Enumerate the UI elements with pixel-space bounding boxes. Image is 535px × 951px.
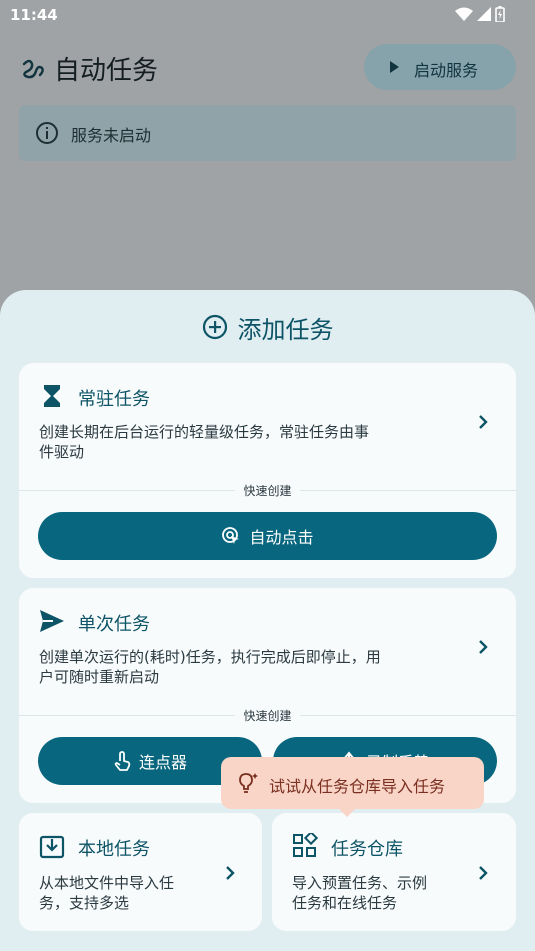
sheet-header: 添加任务 xyxy=(0,310,535,344)
tooltip-arrow xyxy=(339,809,355,817)
download-box-icon xyxy=(39,835,65,859)
status-time: 11:44 xyxy=(10,6,58,24)
battery-icon xyxy=(495,6,505,22)
service-status-text: 服务未启动 xyxy=(71,126,152,145)
signal-icon xyxy=(477,7,491,21)
local-task-desc-2: 务，支持多选 xyxy=(39,894,130,912)
task-repo-desc-2: 任务和在线任务 xyxy=(292,894,398,912)
touch-icon xyxy=(114,751,131,771)
auto-click-button[interactable]: 自动点击 xyxy=(38,512,497,560)
repo-hint-text: 试试从任务仓库导入任务 xyxy=(269,777,446,796)
service-status-banner: 服务未启动 xyxy=(19,105,516,161)
task-repo-desc-1: 导入预置任务、示例 xyxy=(292,874,428,892)
tap-target-icon xyxy=(222,527,240,544)
status-icons xyxy=(455,6,505,22)
local-task-card[interactable]: 本地任务 从本地文件中导入任 务，支持多选 xyxy=(19,813,262,931)
local-task-title: 本地任务 xyxy=(78,839,150,860)
start-service-label: 启动服务 xyxy=(414,61,479,80)
local-task-desc-1: 从本地文件中导入任 xyxy=(39,874,175,892)
chevron-right-icon xyxy=(479,415,488,429)
start-service-button[interactable]: 启动服务 xyxy=(364,44,516,90)
status-bar: 11:44 xyxy=(0,0,535,30)
quick-create-label: 快速创建 xyxy=(235,709,300,723)
play-icon xyxy=(390,61,399,73)
quick-create-divider: 快速创建 xyxy=(19,707,516,723)
resident-task-title: 常驻任务 xyxy=(78,389,150,410)
resident-task-card[interactable]: 常驻任务 创建长期在后台运行的轻量级任务，常驻任务由事 件驱动 快速创建 自动点… xyxy=(19,363,516,578)
lightbulb-icon xyxy=(239,773,258,793)
sheet-title: 添加任务 xyxy=(237,315,334,344)
task-repo-card[interactable]: 任务仓库 导入预置任务、示例 任务和在线任务 xyxy=(272,813,516,931)
chevron-right-icon xyxy=(479,640,488,654)
single-task-title: 单次任务 xyxy=(78,614,150,635)
widgets-icon xyxy=(293,833,318,857)
chevron-right-icon xyxy=(226,866,235,880)
app-logo-icon xyxy=(22,59,44,79)
wifi-icon xyxy=(455,7,473,21)
clicker-label: 连点器 xyxy=(138,753,187,772)
hourglass-icon xyxy=(44,385,60,407)
app-header: 自动任务 启动服务 xyxy=(0,38,535,98)
quick-create-divider: 快速创建 xyxy=(19,482,516,498)
repo-hint-tooltip[interactable]: 试试从任务仓库导入任务 xyxy=(221,757,484,817)
auto-click-label: 自动点击 xyxy=(249,528,314,547)
resident-task-desc-1: 创建长期在后台运行的轻量级任务，常驻任务由事 xyxy=(39,423,370,441)
info-icon xyxy=(36,122,58,144)
quick-create-label: 快速创建 xyxy=(235,484,300,498)
single-task-desc-1: 创建单次运行的(耗时)任务，执行完成后即停止，用 xyxy=(39,648,381,666)
resident-task-desc-2: 件驱动 xyxy=(39,443,85,461)
app-title: 自动任务 xyxy=(54,56,159,86)
add-circle-icon xyxy=(202,314,227,340)
task-repo-title: 任务仓库 xyxy=(331,839,403,860)
chevron-right-icon xyxy=(479,866,488,880)
single-task-desc-2: 户可随时重新启动 xyxy=(39,668,160,686)
send-icon xyxy=(40,610,64,632)
